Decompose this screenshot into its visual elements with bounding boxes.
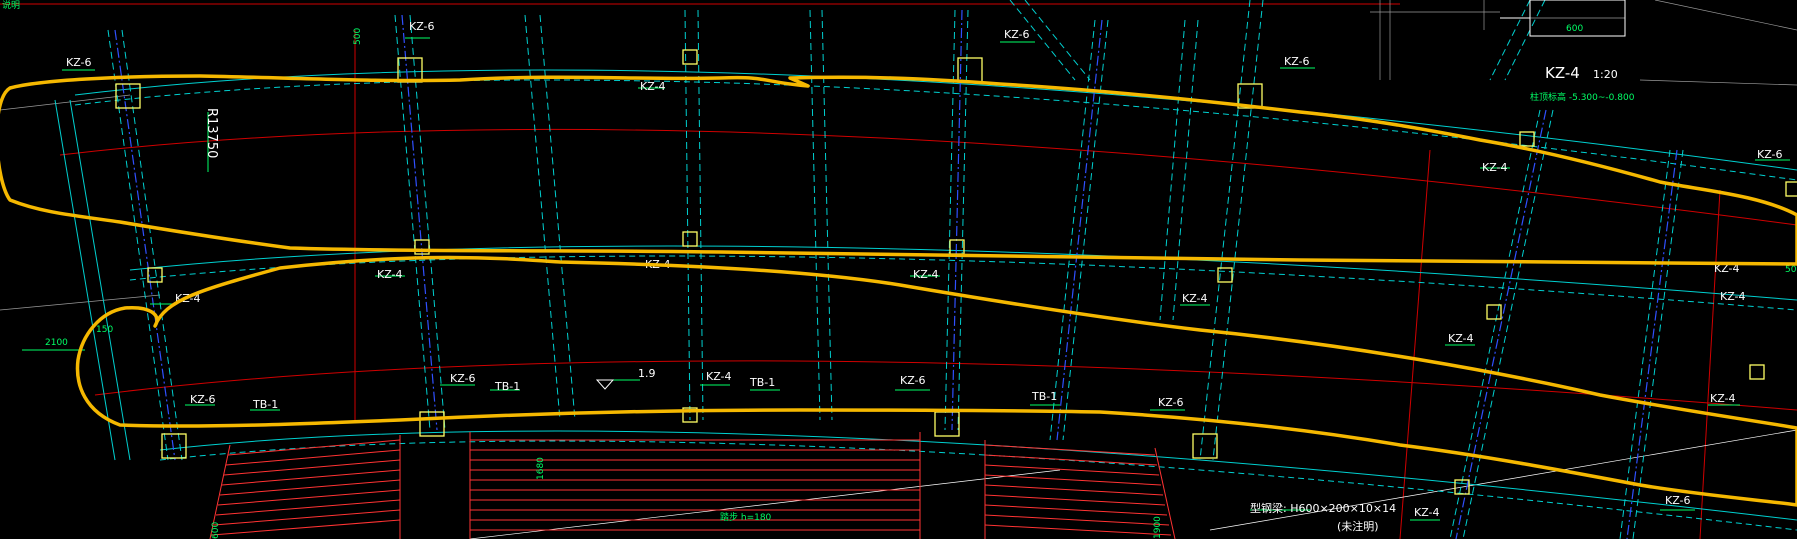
corner-label: 说明 [2,0,20,11]
steel-subnote: (未注明) [1337,519,1379,533]
column-label: KZ-4 [1182,292,1208,305]
column-label: KZ-6 [1158,396,1184,409]
detail-title: KZ-4 [1545,64,1580,82]
column-label: KZ-6 [900,374,926,387]
column-label: KZ-6 [66,56,92,69]
steel-note: 型钢梁: H600×200×10×14 [1250,501,1396,515]
dim-stair-left: 600 [211,522,221,539]
detail-dim: 600 [1566,24,1583,34]
cad-drawing-canvas: 说明 R13750 KZ-6 KZ-6 KZ-6 KZ-6 KZ-4 KZ-4 … [0,0,1797,539]
column-label: KZ-6 [1284,55,1310,68]
dim-right: 50 [1785,265,1797,275]
dim-left-gap: 2100 [45,338,68,348]
column-label: KZ-6 [190,393,216,406]
column-label: KZ-6 [409,20,435,33]
column-label: KZ-4 [1448,332,1474,345]
mid-mark: 1.9 [638,367,656,380]
beam-label: TB-1 [494,380,520,393]
beam-label: TB-1 [252,398,278,411]
column-label: KZ-6 [1004,28,1030,41]
dim-stair-width: 1680 [536,457,546,480]
column-label: KZ-4 [1710,392,1736,405]
detail-elevation: 柱顶标高 -5.300~-0.800 [1530,91,1635,103]
dim-top: 500 [353,28,363,45]
column-label: KZ-4 [1720,290,1746,303]
radius-label: R13750 [204,108,219,158]
column-label: KZ-4 [1414,506,1440,519]
stair-note: 踏步 h=180 [720,511,772,523]
beam-label: TB-1 [1031,390,1057,403]
column-label: KZ-4 [377,268,403,281]
detail-scale: 1:20 [1593,68,1618,81]
beam-label: TB-1 [749,376,775,389]
column-label: KZ-4 [706,370,732,383]
column-label: KZ-6 [450,372,476,385]
column-label: KZ-4 [913,268,939,281]
column-label: KZ-6 [1757,148,1783,161]
column-label: KZ-4 [1482,161,1508,174]
dim-left-small: 150 [96,325,113,335]
dim-stair-right: 1900 [1153,516,1163,539]
column-label: KZ-6 [1665,494,1691,507]
column-label: KZ-4 [640,80,666,93]
